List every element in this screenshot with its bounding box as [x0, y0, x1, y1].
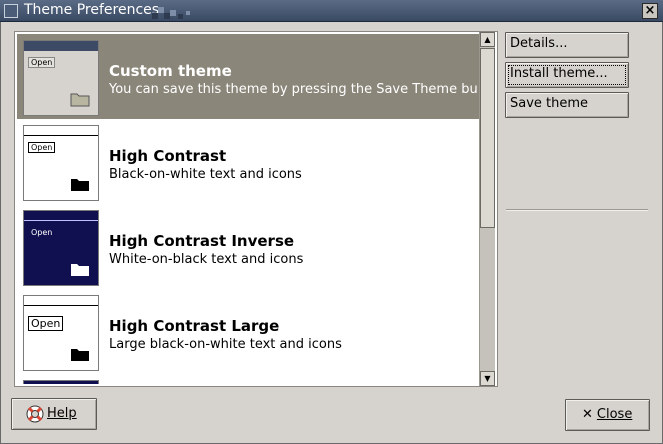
theme-row-high-contrast[interactable]: Open High Contrast Black-on-white text a…	[17, 119, 479, 204]
theme-list-viewport: Open Custom theme You can save this them…	[17, 34, 479, 384]
theme-row-partial[interactable]	[17, 374, 479, 384]
x-icon: ✕	[582, 407, 593, 422]
theme-description: You can save this theme by pressing the …	[109, 82, 477, 97]
folder-icon	[71, 179, 89, 191]
theme-name: High Contrast	[109, 147, 227, 165]
folder-icon	[70, 93, 90, 107]
theme-thumbnail: Open	[23, 295, 99, 371]
thumb-open-label: Open	[28, 316, 64, 331]
lifebuoy-icon	[26, 405, 44, 422]
close-label: Close	[596, 407, 633, 422]
theme-list[interactable]: Open Custom theme You can save this them…	[14, 31, 498, 387]
theme-row-custom[interactable]: Open Custom theme You can save this them…	[17, 34, 479, 119]
thumb-open-label: Open	[28, 57, 56, 68]
theme-name: Custom theme	[109, 62, 232, 80]
thumb-open-label: Open	[28, 142, 56, 153]
folder-icon	[71, 349, 89, 361]
window-menu-icon[interactable]	[4, 4, 18, 18]
install-theme-button[interactable]: Install theme...	[505, 62, 629, 88]
window-title: Theme Preferences	[24, 2, 160, 18]
theme-thumbnail: Open	[23, 125, 99, 201]
save-theme-button[interactable]: Save theme	[505, 92, 629, 118]
title-bar[interactable]: Theme Preferences ×	[0, 0, 663, 22]
theme-thumbnail: Open	[23, 40, 99, 116]
theme-list-scrollbar[interactable]: ▲ ▼	[479, 32, 495, 386]
theme-thumbnail	[23, 380, 99, 384]
window-close-button[interactable]: ×	[642, 3, 658, 19]
folder-icon	[71, 264, 89, 276]
theme-description: Black-on-white text and icons	[109, 167, 302, 182]
divider	[506, 209, 648, 211]
titlebar-decoration	[152, 7, 190, 19]
help-button[interactable]: Help	[11, 398, 97, 430]
scrollbar-thumb[interactable]	[480, 48, 495, 228]
theme-row-high-contrast-inverse[interactable]: Open High Contrast Inverse White-on-blac…	[17, 204, 479, 289]
theme-row-high-contrast-large[interactable]: Open High Contrast Large Large black-on-…	[17, 289, 479, 374]
theme-thumbnail: Open	[23, 210, 99, 286]
theme-description: White-on-black text and icons	[109, 252, 304, 267]
close-button[interactable]: ✕ Close	[565, 399, 650, 431]
arrow-up-icon[interactable]: ▲	[480, 32, 495, 47]
theme-description: Large black-on-white text and icons	[109, 337, 342, 352]
theme-name: High Contrast Large	[109, 317, 280, 335]
thumb-open-label: Open	[28, 227, 56, 238]
help-label: Help	[47, 406, 77, 421]
details-button[interactable]: Details...	[505, 32, 629, 58]
arrow-down-icon[interactable]: ▼	[480, 371, 495, 386]
theme-name: High Contrast Inverse	[109, 232, 295, 250]
